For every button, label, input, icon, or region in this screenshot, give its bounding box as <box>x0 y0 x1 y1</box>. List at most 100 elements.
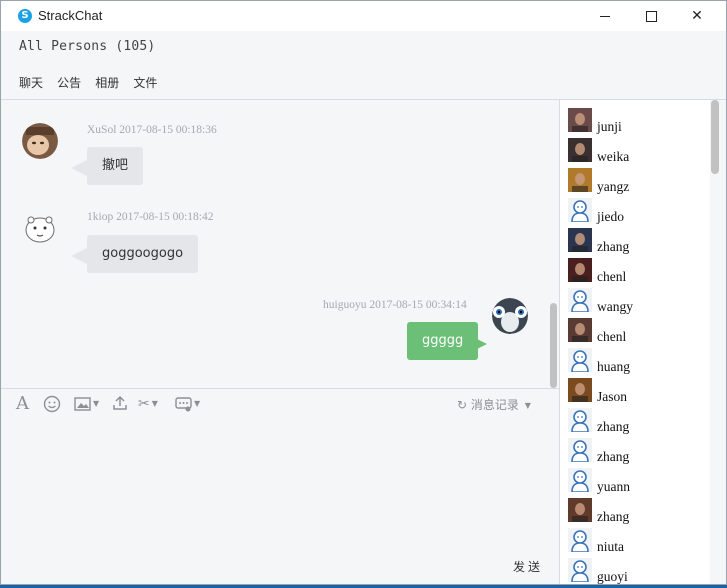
message-list[interactable]: XuSol 2017-08-15 00:18:36 撤吧 1kiop 2017-… <box>1 100 559 388</box>
message-bubble[interactable]: goggoogogo <box>87 235 199 273</box>
photo-avatar-icon <box>568 498 592 522</box>
chat-window: S StrackChat ✕ All Persons (105) 聊天 公告 相… <box>0 0 727 585</box>
member-name: weika <box>597 149 630 164</box>
member-name: zhang <box>597 449 630 464</box>
avatar <box>568 498 592 522</box>
avatar <box>568 318 592 342</box>
member-item[interactable]: huang <box>568 348 708 374</box>
chat-tabs: 聊天 公告 相册 文件 <box>19 72 166 90</box>
more-button[interactable]: ▼ <box>175 395 200 413</box>
member-item[interactable]: jiedo <box>568 198 708 224</box>
emoji-icon[interactable] <box>43 395 61 413</box>
member-item[interactable]: weika <box>568 138 708 164</box>
window-title: StrackChat <box>38 8 103 23</box>
avatar[interactable] <box>492 298 528 334</box>
screenshot-button[interactable]: ✂ ▼ <box>138 395 158 413</box>
history-label: 消息记录 <box>470 398 519 412</box>
chat-bubble-icon <box>175 396 192 411</box>
bubble-tail <box>471 336 487 352</box>
avatar <box>568 378 592 402</box>
member-name: huang <box>597 359 630 374</box>
default-user-icon <box>568 528 592 552</box>
tab-chat[interactable]: 聊天 <box>19 74 43 91</box>
child-photo-avatar <box>22 123 58 159</box>
member-name: zhang <box>597 509 630 524</box>
avatar <box>568 558 592 582</box>
member-item[interactable]: guoyi <box>568 558 708 584</box>
photo-avatar-icon <box>568 138 592 162</box>
close-button[interactable]: ✕ <box>674 1 720 31</box>
member-item[interactable]: zhang <box>568 408 708 434</box>
member-item[interactable]: chenl <box>568 258 708 284</box>
minimize-icon <box>600 15 610 17</box>
member-item[interactable]: zhang <box>568 498 708 524</box>
chevron-down-icon: ▼ <box>151 399 158 408</box>
member-name: zhang <box>597 239 630 254</box>
member-item[interactable]: niuta <box>568 528 708 554</box>
avatar <box>568 108 592 132</box>
minimize-button[interactable] <box>582 1 628 31</box>
member-item[interactable]: zhang <box>568 438 708 464</box>
member-item[interactable]: Jason <box>568 378 708 404</box>
member-name: chenl <box>597 329 627 344</box>
maximize-button[interactable] <box>628 1 674 31</box>
hamster-avatar <box>22 210 58 246</box>
message-time: 2017-08-15 00:18:36 <box>119 124 217 136</box>
default-user-icon <box>568 408 592 432</box>
avatar <box>568 468 592 492</box>
skype-icon: S <box>18 9 32 23</box>
upload-arrow-icon <box>113 395 127 410</box>
bubble-tail <box>71 248 87 264</box>
image-icon <box>74 397 91 411</box>
avatar[interactable] <box>22 210 58 246</box>
photo-avatar-icon <box>568 108 592 132</box>
photo-avatar-icon <box>568 228 592 252</box>
avatar <box>568 528 592 552</box>
chevron-down-icon: ▼ <box>524 401 531 410</box>
message-meta: huiguoyu 2017-08-15 00:34:14 <box>323 299 467 311</box>
font-icon[interactable]: A <box>16 395 29 413</box>
message-bubble[interactable]: ggggg <box>407 322 479 360</box>
member-name: yuann <box>597 479 630 494</box>
default-user-icon <box>568 558 592 582</box>
member-item[interactable]: junji <box>568 108 708 134</box>
upload-icon[interactable] <box>112 395 128 413</box>
history-button[interactable]: ↻ 消息记录 ▼ <box>457 396 531 413</box>
message-input[interactable] <box>11 421 547 551</box>
bubble-tail <box>71 160 87 176</box>
tab-announcements[interactable]: 公告 <box>57 74 81 91</box>
avatar <box>568 198 592 222</box>
message-scrollbar[interactable] <box>550 303 557 388</box>
member-name: zhang <box>597 419 630 434</box>
avatar <box>568 348 592 372</box>
message-sender: huiguoyu <box>323 299 367 311</box>
avatar <box>568 168 592 192</box>
default-user-icon <box>568 288 592 312</box>
tab-files[interactable]: 文件 <box>133 74 157 91</box>
title-bar[interactable]: S StrackChat ✕ <box>1 1 726 31</box>
photo-avatar-icon <box>568 168 592 192</box>
photo-avatar-icon <box>568 258 592 282</box>
history-icon: ↻ <box>457 398 468 412</box>
avatar <box>568 288 592 312</box>
member-item[interactable]: yuann <box>568 468 708 494</box>
chevron-down-icon: ▼ <box>93 399 100 408</box>
tab-album[interactable]: 相册 <box>95 74 119 91</box>
message-sender: 1kiop <box>87 211 114 223</box>
member-item[interactable]: zhang <box>568 228 708 254</box>
penguin-avatar <box>492 298 528 334</box>
member-item[interactable]: chenl <box>568 318 708 344</box>
image-button[interactable]: ▼ <box>74 395 99 413</box>
member-item[interactable]: wangy <box>568 288 708 314</box>
message-bubble[interactable]: 撤吧 <box>87 147 144 185</box>
member-list-scrollbar[interactable] <box>711 100 719 174</box>
default-user-icon <box>568 468 592 492</box>
member-item[interactable]: yangz <box>568 168 708 194</box>
default-user-icon <box>568 438 592 462</box>
photo-avatar-icon <box>568 378 592 402</box>
member-list[interactable]: junji weika yangz jiedo zhang chenl wangy chenl… <box>560 100 710 584</box>
message-time: 2017-08-15 00:18:42 <box>116 211 214 223</box>
send-button[interactable]: 发送 <box>513 558 543 575</box>
message-sender: XuSol <box>87 124 117 136</box>
avatar[interactable] <box>22 123 58 159</box>
